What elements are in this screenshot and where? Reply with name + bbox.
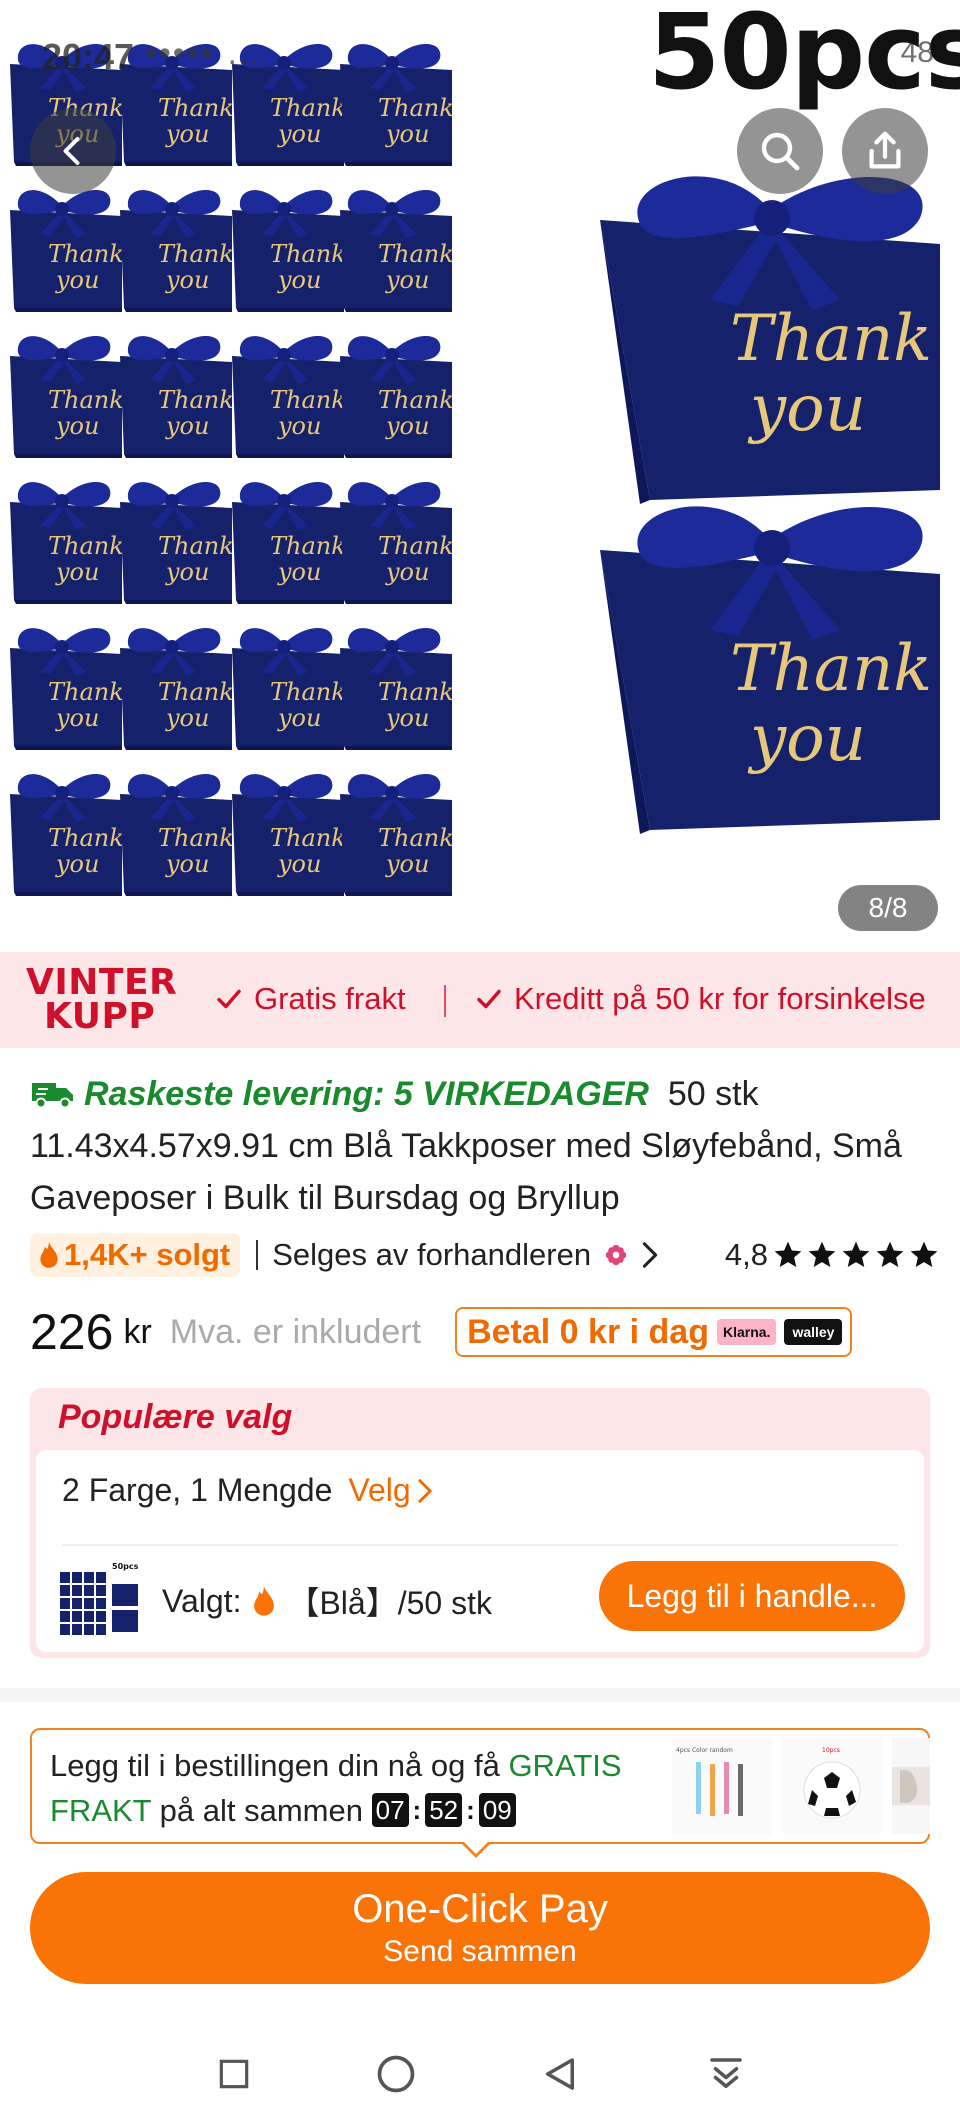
truck-icon <box>32 1083 73 1109</box>
star-rating <box>772 1239 940 1271</box>
product-image-gallery[interactable]: Thank you Thank you 20:47 ••••• … 48 <box>0 0 960 945</box>
svg-text:4pcs Color random: 4pcs Color random <box>676 1747 733 1754</box>
star-icon <box>910 1241 938 1267</box>
chevron-right-icon <box>418 1478 432 1503</box>
countdown-timer: 07:52:09 <box>371 1788 516 1832</box>
image-overlay-quantity: 50pcs <box>648 0 960 113</box>
star-icon <box>774 1241 802 1267</box>
popular-choices-card: Populære valg 2 Farge, 1 Mengde Velg 50p… <box>30 1388 930 1658</box>
circle-icon <box>377 2055 415 2093</box>
star-icon <box>808 1241 836 1267</box>
flame-icon <box>254 1586 275 1616</box>
image-counter: 8/8 <box>838 885 938 931</box>
choose-variant-link[interactable]: Velg <box>348 1472 432 1509</box>
promo-free-shipping: Gratis frakt <box>214 981 406 1017</box>
variant-summary: 2 Farge, 1 Mengde <box>62 1472 333 1508</box>
bundle-thumbnails[interactable]: 4pcs Color random 10pcs <box>672 1738 930 1834</box>
pay-later-badge[interactable]: Betal 0 kr i dag Klarna. walley <box>455 1307 853 1357</box>
chevron-right-icon <box>642 1242 658 1268</box>
product-stats: 1,4K+ solgt Selges av forhandleren 4,8 <box>30 1230 940 1280</box>
one-click-pay-button[interactable]: One-Click Pay Send sammen <box>30 1872 930 1984</box>
bundle-offer-text: Legg til i bestillingen din nå og få GRA… <box>50 1744 690 1833</box>
product-title: Raskeste levering: 5 VIRKEDAGER 50 stk 1… <box>30 1068 945 1224</box>
walley-logo: walley <box>784 1319 843 1345</box>
fast-delivery-label[interactable]: Raskeste levering: 5 VIRKEDAGER <box>30 1075 649 1113</box>
sold-badge: 1,4K+ solgt <box>30 1233 241 1277</box>
share-button[interactable] <box>842 108 928 194</box>
back-button[interactable] <box>30 108 116 194</box>
search-icon <box>761 132 800 171</box>
home-button[interactable] <box>366 2044 426 2104</box>
vinterkupp-logo: VINTER KUPP <box>26 962 178 1037</box>
variant-options-row[interactable]: 2 Farge, 1 Mengde Velg <box>62 1472 433 1509</box>
vat-note: Mva. er inkludert <box>169 1312 422 1351</box>
share-icon <box>869 131 901 169</box>
bundle-item-pens[interactable]: 4pcs Color random <box>672 1738 772 1834</box>
bundle-offer-card[interactable]: Legg til i bestillingen din nå og få GRA… <box>30 1728 930 1844</box>
popular-choices-title: Populære valg <box>58 1398 293 1436</box>
price-row: 226 kr Mva. er inkludert Betal 0 kr i da… <box>30 1300 940 1364</box>
notification-drawer-button[interactable] <box>696 2044 756 2104</box>
notification-icons: ••••• … <box>145 34 262 72</box>
seller-link[interactable]: Selges av forhandleren <box>272 1237 659 1273</box>
stats-divider <box>256 1240 259 1270</box>
klarna-logo: Klarna. <box>716 1319 777 1345</box>
chevron-left-icon <box>63 137 80 165</box>
svg-text:50pcs: 50pcs <box>112 1562 139 1571</box>
promo-delay-credit: Kreditt på 50 kr for forsinkelse <box>474 981 926 1017</box>
flame-icon <box>40 1242 58 1268</box>
system-navigation-bar <box>0 2030 960 2118</box>
seller-logo-icon <box>605 1244 627 1266</box>
divider <box>62 1544 898 1546</box>
section-divider <box>0 1688 960 1702</box>
square-icon <box>219 2059 249 2089</box>
price-currency: kr <box>123 1312 152 1351</box>
check-icon <box>217 989 241 1009</box>
selected-variant: Valgt: 【Blå】/50 stk <box>162 1582 492 1622</box>
search-button[interactable] <box>737 108 823 194</box>
back-nav-button[interactable] <box>530 2044 590 2104</box>
bundle-item-more[interactable] <box>892 1738 930 1834</box>
recent-apps-button[interactable] <box>204 2044 264 2104</box>
price-value: 226 <box>30 1304 114 1360</box>
promo-divider <box>444 985 446 1017</box>
bundle-item-balloons[interactable]: 10pcs <box>782 1738 882 1834</box>
add-to-cart-button[interactable]: Legg til i handle... <box>599 1561 905 1631</box>
rating[interactable]: 4,8 <box>725 1237 940 1273</box>
check-icon <box>477 989 501 1009</box>
pull-down-icon <box>710 2058 742 2088</box>
variant-thumbnail[interactable]: 50pcs <box>58 1558 142 1640</box>
star-icon <box>876 1241 904 1267</box>
triangle-back-icon <box>546 2058 574 2090</box>
star-icon <box>842 1241 870 1267</box>
status-time: 20:47 <box>42 36 135 77</box>
svg-text:10pcs: 10pcs <box>822 1747 840 1754</box>
promo-strip[interactable]: VINTER KUPP Gratis frakt Kreditt på 50 k… <box>0 952 960 1048</box>
variant-selector: 2 Farge, 1 Mengde Velg 50pcs Valgt: 【Blå… <box>36 1450 924 1652</box>
